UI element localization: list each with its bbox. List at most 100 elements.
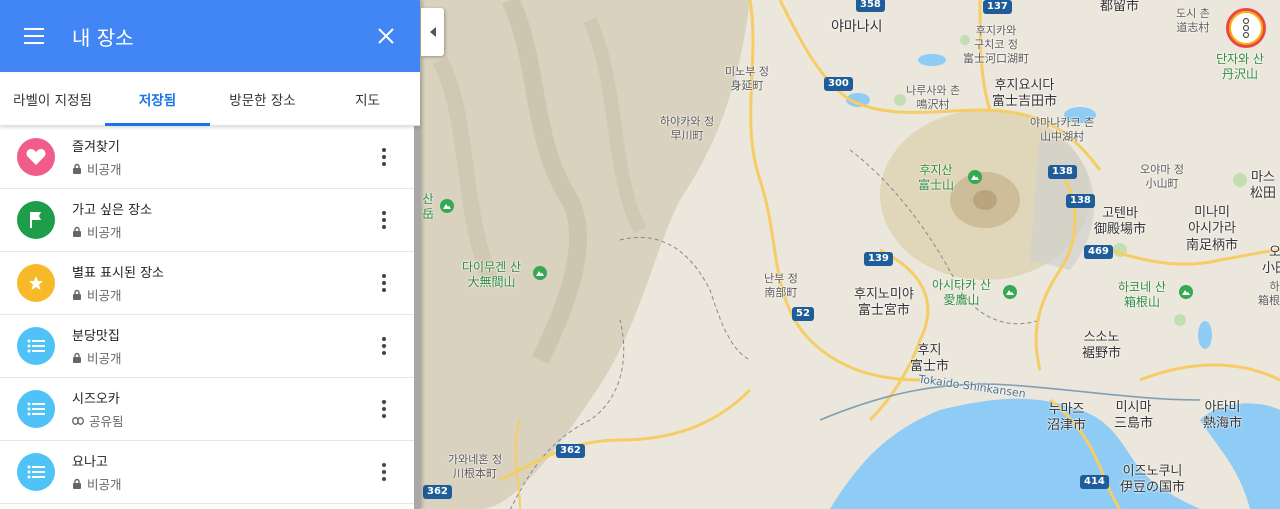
more-options-button[interactable] bbox=[368, 263, 400, 303]
mountain-pin[interactable] bbox=[533, 266, 547, 280]
map-label[interactable]: 야마나시 bbox=[831, 19, 883, 37]
compass-icon bbox=[1242, 17, 1250, 39]
road-shield: 138 bbox=[1048, 165, 1077, 179]
list-text: 가고 싶은 장소 비공개 bbox=[72, 199, 368, 241]
list-name: 요나고 bbox=[72, 455, 108, 470]
mountain-pin[interactable] bbox=[1003, 285, 1017, 299]
mountain-label[interactable]: 하코네 산 箱根山 bbox=[1118, 280, 1166, 310]
list-item-favorites[interactable]: 즐겨찾기 비공개 bbox=[0, 126, 414, 189]
panel-header: 내 장소 bbox=[0, 0, 420, 72]
list-name: 즐겨찾기 bbox=[72, 140, 120, 155]
map-label[interactable]: 오야마 정 小山町 bbox=[1140, 163, 1184, 191]
mountain-icon bbox=[443, 204, 451, 209]
tab-bar: 라벨이 지정됨 저장됨 방문한 장소 지도 bbox=[0, 72, 420, 126]
tab-maps[interactable]: 지도 bbox=[315, 72, 420, 125]
list-item-starred[interactable]: 별표 표시된 장소 비공개 bbox=[0, 252, 414, 315]
map-label[interactable]: 후지카와 구치코 정 富士河口湖町 bbox=[963, 24, 1029, 65]
map-label[interactable]: 이즈노쿠니 伊豆の国市 bbox=[1120, 464, 1185, 497]
lock-icon bbox=[73, 289, 81, 300]
more-options-button[interactable] bbox=[368, 389, 400, 429]
road-shield: 138 bbox=[1066, 194, 1095, 208]
list-status: 비공개 bbox=[72, 474, 368, 493]
list-name: 시즈오카 bbox=[72, 392, 120, 407]
star-icon bbox=[29, 276, 43, 290]
map-label[interactable]: 후지요시다 富士吉田市 bbox=[992, 78, 1057, 111]
more-options-button[interactable] bbox=[368, 452, 400, 492]
mountain-label[interactable]: 단자와 산 丹沢山 bbox=[1216, 52, 1264, 82]
list-item-want-to-go[interactable]: 가고 싶은 장소 비공개 bbox=[0, 189, 414, 252]
map-label[interactable]: 미노부 정 身延町 bbox=[725, 65, 769, 93]
more-vert-icon bbox=[382, 463, 386, 481]
more-options-button[interactable] bbox=[368, 326, 400, 366]
mountain-pin[interactable] bbox=[1179, 285, 1193, 299]
list-item-bundang[interactable]: 분당맛집 비공개 bbox=[0, 315, 414, 378]
tab-saved[interactable]: 저장됨 bbox=[105, 72, 210, 126]
map-label[interactable]: 하箱根町 bbox=[1258, 280, 1280, 308]
list-status: 공유됨 bbox=[72, 411, 368, 430]
list-text: 요나고 비공개 bbox=[72, 451, 368, 493]
list-text: 별표 표시된 장소 비공개 bbox=[72, 262, 368, 304]
mountain-pin[interactable] bbox=[968, 170, 982, 184]
list-status: 비공개 bbox=[72, 348, 368, 367]
status-text: 비공개 bbox=[87, 288, 122, 303]
mountain-icon bbox=[971, 175, 979, 180]
want-to-go-badge bbox=[17, 201, 55, 239]
map-label[interactable]: 난부 정 南部町 bbox=[764, 272, 798, 300]
map-label[interactable]: 후지노미야 富士宮市 bbox=[854, 287, 914, 320]
mountain-label[interactable]: 후지산 富士山 bbox=[918, 163, 954, 193]
list-icon bbox=[27, 465, 45, 479]
map-canvas[interactable]: 137 358 300 139 138 138 469 52 362 362 4… bbox=[420, 0, 1280, 509]
map-label[interactable]: 야마나카코 촌 山中湖村 bbox=[1030, 116, 1094, 144]
list-name: 가고 싶은 장소 bbox=[72, 203, 153, 218]
status-text: 공유됨 bbox=[89, 414, 124, 429]
list-item-yonago[interactable]: 요나고 비공개 bbox=[0, 441, 414, 504]
tab-visited[interactable]: 방문한 장소 bbox=[210, 72, 315, 125]
compass-control[interactable] bbox=[1226, 8, 1266, 48]
map-label[interactable]: 도시 촌 道志村 bbox=[1176, 7, 1210, 35]
list-text: 즐겨찾기 비공개 bbox=[72, 136, 368, 178]
map-label[interactable]: 누마즈 沼津市 bbox=[1047, 402, 1086, 435]
caret-left-icon bbox=[429, 27, 436, 37]
mountain-icon bbox=[536, 271, 544, 276]
mountain-label[interactable]: 다이무겐 산 大無間山 bbox=[462, 260, 521, 290]
heart-icon bbox=[26, 149, 46, 165]
list-icon bbox=[27, 402, 45, 416]
collapse-panel-button[interactable] bbox=[421, 8, 444, 56]
road-shield: 300 bbox=[824, 77, 853, 91]
road-shield: 414 bbox=[1080, 475, 1109, 489]
map-label[interactable]: 고텐바 御殿場市 bbox=[1094, 206, 1146, 239]
list-name: 별표 표시된 장소 bbox=[72, 266, 164, 281]
more-vert-icon bbox=[382, 274, 386, 292]
map-label[interactable]: 후지 富士市 bbox=[910, 343, 949, 376]
list-text: 분당맛집 비공개 bbox=[72, 325, 368, 367]
map-label[interactable]: 스소노 裾野市 bbox=[1082, 330, 1121, 363]
map-label[interactable]: 오小田 bbox=[1262, 245, 1280, 278]
map-label[interactable]: 마스 松田 bbox=[1250, 170, 1276, 203]
more-options-button[interactable] bbox=[368, 200, 400, 240]
mountain-label[interactable]: 아시타카 산 愛鷹山 bbox=[932, 278, 991, 308]
menu-button[interactable] bbox=[18, 20, 50, 52]
road-shield: 137 bbox=[983, 0, 1012, 14]
mountain-pin[interactable] bbox=[440, 199, 454, 213]
map-label[interactable]: 나루사와 촌 鳴沢村 bbox=[906, 84, 960, 112]
mountain-label[interactable]: 산岳 bbox=[422, 192, 434, 222]
list-text: 시즈오카 공유됨 bbox=[72, 388, 368, 430]
map-label[interactable]: 가와네혼 정 川根本町 bbox=[448, 453, 502, 481]
map-label[interactable]: 아타미 熱海市 bbox=[1203, 400, 1242, 433]
list-scrollbar[interactable] bbox=[414, 126, 420, 509]
status-text: 비공개 bbox=[87, 162, 122, 177]
map-label[interactable]: 미시마 三島市 bbox=[1114, 400, 1153, 433]
lock-icon bbox=[73, 478, 81, 489]
map-label[interactable]: 하야카와 정 早川町 bbox=[660, 115, 714, 143]
tab-labeled[interactable]: 라벨이 지정됨 bbox=[0, 72, 105, 125]
map-label[interactable]: 都留市 bbox=[1100, 0, 1139, 15]
mountain-icon bbox=[1006, 290, 1014, 295]
close-button[interactable] bbox=[370, 20, 402, 52]
list-name: 분당맛집 bbox=[72, 329, 120, 344]
more-options-button[interactable] bbox=[368, 137, 400, 177]
list-status: 비공개 bbox=[72, 222, 368, 241]
map-label[interactable]: 미나미 아시가라 南足柄市 bbox=[1186, 205, 1238, 254]
list-item-shizuoka[interactable]: 시즈오카 공유됨 bbox=[0, 378, 414, 441]
custom-list-badge bbox=[17, 453, 55, 491]
list-status: 비공개 bbox=[72, 285, 368, 304]
